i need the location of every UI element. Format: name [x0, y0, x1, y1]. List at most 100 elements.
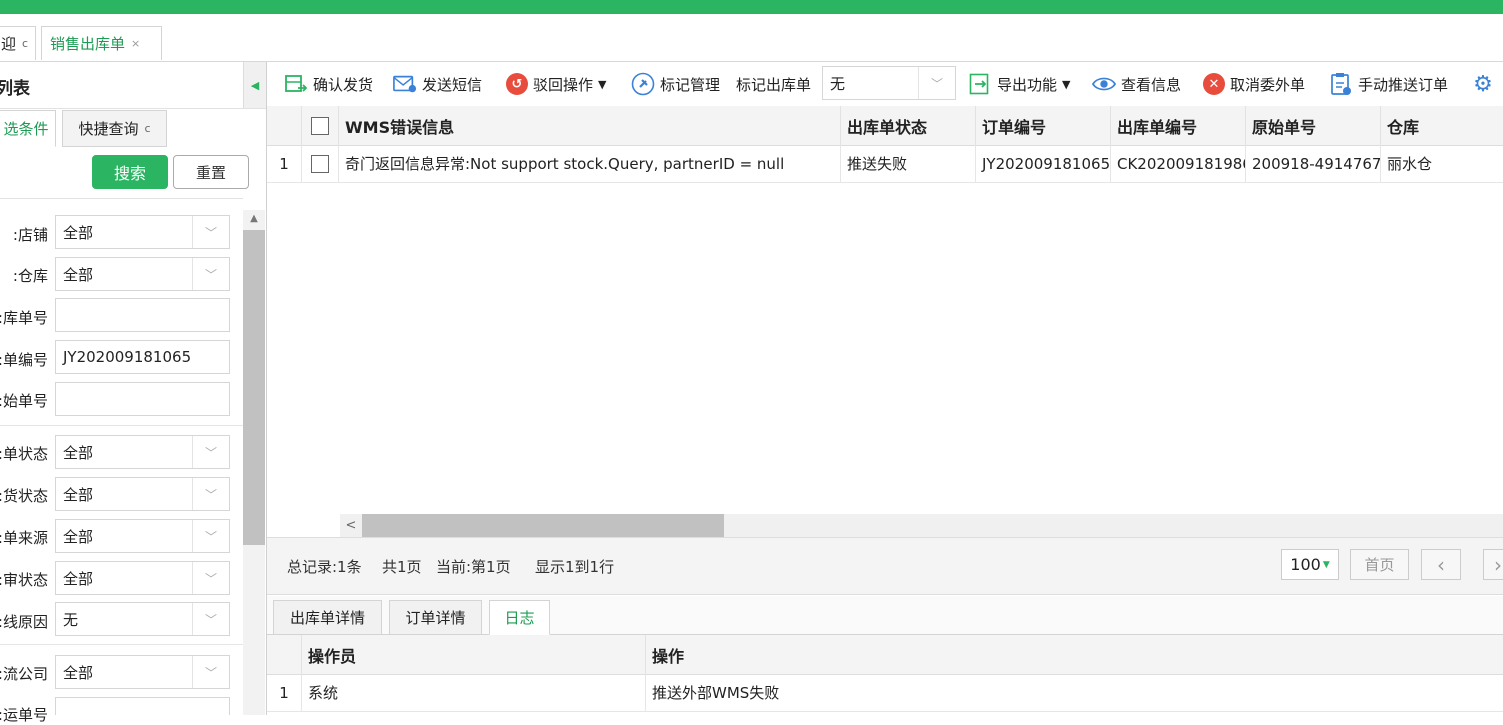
tab-welcome[interactable]: 迎 c	[0, 26, 36, 60]
scroll-left-icon[interactable]: <	[340, 514, 362, 537]
mark-outbound-label: 标记出库单	[736, 62, 811, 106]
export-button[interactable]: 导出功能 ▼	[968, 62, 1070, 106]
toolbar-label: 确认发货	[313, 75, 374, 94]
caret-down-icon: ▼	[598, 77, 607, 91]
subtab-quick-query[interactable]: 快捷查询 c	[62, 110, 167, 147]
cell-order-no[interactable]: JY202009181065	[976, 145, 1111, 183]
grid-header-order-no[interactable]: 订单编号	[976, 106, 1111, 145]
chevron-down-icon: ﹀	[192, 603, 229, 635]
subtab-filter-conditions[interactable]: 选条件	[0, 110, 56, 147]
app-header-bar	[0, 0, 1503, 14]
select-value: 全部	[63, 443, 94, 462]
pager-pages: 共1页	[382, 557, 422, 576]
toolbar-label: 标记出库单	[736, 75, 812, 94]
close-icon[interactable]: ×	[131, 37, 140, 50]
divider	[0, 108, 266, 109]
input-value: JY202009181065	[63, 348, 192, 366]
chevron-down-icon: ﹀	[192, 258, 229, 290]
select-value: 全部	[63, 265, 94, 284]
collapse-panel-button[interactable]: ◀	[243, 62, 266, 108]
gear-icon: ⚙	[1473, 71, 1493, 97]
grid-header-outbound-no[interactable]: 出库单编号	[1111, 106, 1246, 145]
mark-outbound-select[interactable]: 无 ﹀	[822, 66, 956, 100]
next-page-button[interactable]: ›	[1483, 549, 1503, 580]
toolbar-label: 导出功能	[997, 75, 1058, 94]
mark-manage-button[interactable]: 标记管理	[631, 62, 720, 106]
row-select[interactable]	[302, 145, 339, 183]
audit-status-select[interactable]: 全部 ﹀	[55, 561, 230, 595]
logistics-company-select[interactable]: 全部 ﹀	[55, 655, 230, 689]
clipboard-icon	[1329, 72, 1353, 96]
cancel-icon: ✕	[1203, 73, 1225, 95]
tab-log[interactable]: 日志	[489, 600, 550, 635]
view-info-button[interactable]: 查看信息	[1092, 62, 1181, 106]
search-button[interactable]: 搜索	[92, 155, 168, 189]
chevron-down-icon: ﹀	[192, 562, 229, 594]
divider	[0, 425, 243, 426]
caret-down-icon: ▼	[1062, 77, 1071, 91]
filter-label-order-no: 单编号:	[0, 351, 48, 369]
chevron-down-icon: ﹀	[192, 656, 229, 688]
settings-button[interactable]: ⚙	[1471, 62, 1495, 106]
grid-header-wms-error[interactable]: WMS错误信息	[339, 106, 841, 145]
grid-header-original-no[interactable]: 原始单号	[1246, 106, 1381, 145]
refresh-icon[interactable]: c	[22, 37, 28, 50]
row-index: 1	[267, 145, 302, 183]
select-value: 全部	[63, 485, 94, 504]
order-source-select[interactable]: 全部 ﹀	[55, 519, 230, 553]
manual-push-button[interactable]: 手动推送订单	[1329, 62, 1448, 106]
waybill-no-input[interactable]	[55, 697, 230, 715]
reason-select[interactable]: 无 ﹀	[55, 602, 230, 636]
log-cell-operation: 推送外部WMS失败	[646, 674, 1503, 712]
filter-label-shop: 店铺:	[12, 226, 48, 244]
outbound-no-input[interactable]	[55, 298, 230, 332]
prev-page-button[interactable]: ‹	[1421, 549, 1461, 580]
cell-outbound-status[interactable]: 推送失败	[841, 145, 976, 183]
reject-button[interactable]: ↺ 驳回操作 ▼	[506, 62, 606, 106]
subtab-label: 选条件	[3, 120, 49, 138]
refresh-icon[interactable]: c	[144, 122, 150, 135]
toolbar-label: 标记管理	[660, 75, 721, 94]
order-no-input[interactable]: JY202009181065	[55, 340, 230, 374]
cancel-outsource-button[interactable]: ✕ 取消委外单	[1203, 62, 1305, 106]
original-no-input[interactable]	[55, 382, 230, 416]
confirm-ship-button[interactable]: 确认发货	[284, 62, 373, 106]
send-sms-button[interactable]: 发送短信	[393, 62, 482, 106]
shop-select[interactable]: 全部 ﹀	[55, 215, 230, 249]
pager-current: 当前:第1页	[436, 557, 511, 576]
chevron-down-icon: ﹀	[192, 520, 229, 552]
tab-sales-outbound[interactable]: 销售出库单 ×	[41, 26, 162, 60]
cell-original-no[interactable]: 200918-49147674	[1246, 145, 1381, 183]
page-size-select[interactable]: 100 ▼	[1281, 549, 1339, 580]
cell-warehouse[interactable]: 丽水仓	[1381, 145, 1503, 183]
grid-header-select-all[interactable]	[302, 106, 339, 145]
toolbar-label: 手动推送订单	[1358, 75, 1449, 94]
cell-outbound-no[interactable]: CK202009181986	[1111, 145, 1246, 183]
caret-left-icon: ◀	[250, 78, 260, 92]
cell-wms-error[interactable]: 奇门返回信息异常:Not support stock.Query, partne…	[339, 145, 841, 183]
ship-status-select[interactable]: 全部 ﹀	[55, 477, 230, 511]
checkbox[interactable]	[311, 116, 329, 135]
tab-order-detail[interactable]: 订单详情	[389, 600, 482, 635]
tab-label: 销售出库单	[50, 35, 126, 53]
mail-icon	[393, 72, 417, 96]
toolbar-label: 取消委外单	[1230, 75, 1306, 94]
grid-header-outbound-status[interactable]: 出库单状态	[841, 106, 976, 145]
truck-icon	[284, 72, 308, 96]
select-value: 100	[1290, 555, 1321, 574]
warehouse-select[interactable]: 全部 ﹀	[55, 257, 230, 291]
grid-hscrollbar-thumb[interactable]	[362, 514, 724, 537]
filter-scrollbar-thumb[interactable]	[243, 230, 265, 545]
tab-outbound-detail[interactable]: 出库单详情	[273, 600, 382, 635]
grid-header-warehouse[interactable]: 仓库	[1381, 106, 1503, 145]
select-value: 全部	[63, 663, 94, 682]
filter-label-outbound-no: 库单号:	[0, 309, 48, 327]
scroll-up-icon[interactable]: ▲	[243, 208, 265, 228]
checkbox[interactable]	[311, 154, 329, 173]
divider	[0, 198, 243, 199]
order-status-select[interactable]: 全部 ﹀	[55, 435, 230, 469]
reset-button[interactable]: 重置	[173, 155, 249, 189]
toolbar-label: 驳回操作	[533, 75, 594, 94]
filter-label-warehouse: 仓库:	[12, 267, 48, 285]
first-page-button[interactable]: 首页	[1350, 549, 1409, 580]
